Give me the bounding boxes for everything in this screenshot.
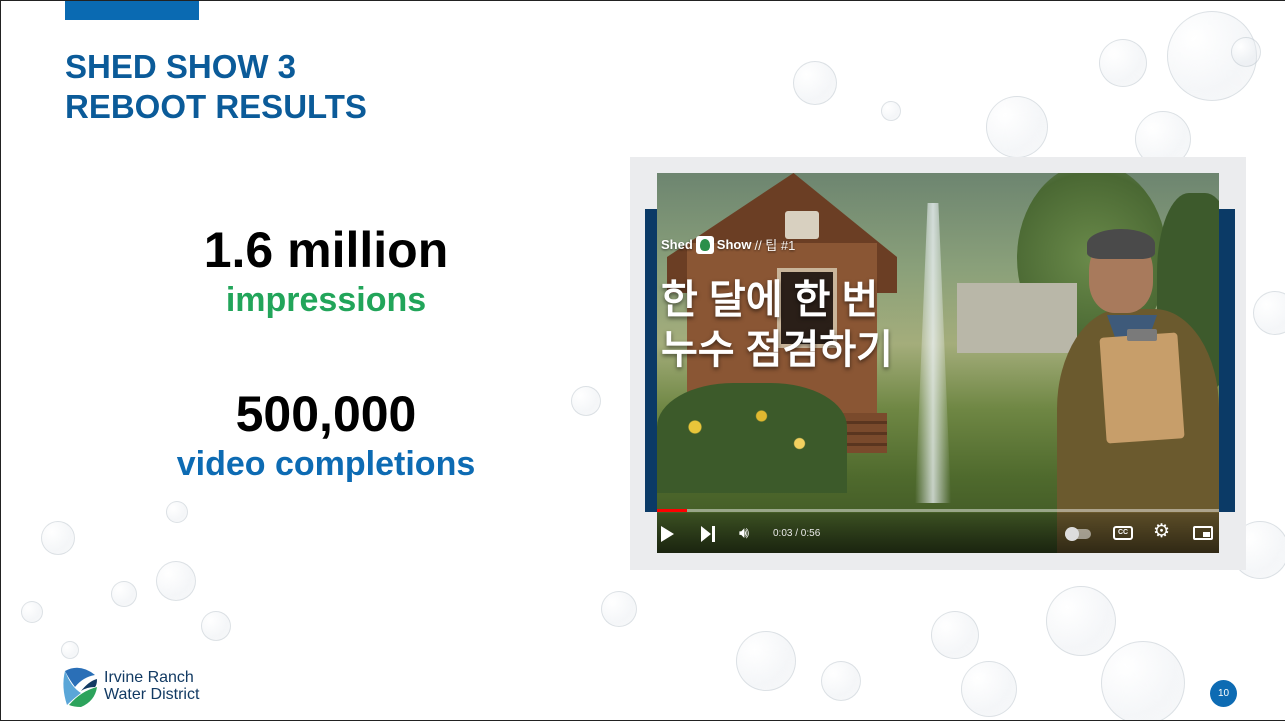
- logo-line-2: Water District: [104, 686, 200, 703]
- video-brand-overlay: Shed Show // 팁 #1: [661, 235, 795, 254]
- video-scene-presenter: [1057, 229, 1219, 553]
- bubble-decoration: [61, 641, 79, 659]
- bubble-decoration: [931, 611, 979, 659]
- cc-icon[interactable]: CC: [1113, 526, 1133, 540]
- irwd-logo-text: Irvine Ranch Water District: [104, 669, 199, 703]
- bubble-decoration: [41, 521, 75, 555]
- stat-value: 1.6 million: [203, 222, 449, 278]
- bubble-decoration: [156, 561, 196, 601]
- video-progress-bar[interactable]: [657, 509, 1219, 512]
- next-icon[interactable]: [701, 526, 717, 542]
- stat-impressions: 1.6 million impressions: [131, 221, 521, 321]
- brand-shed-text: Shed: [661, 237, 693, 252]
- bubble-decoration: [1046, 586, 1116, 656]
- bubble-decoration: [111, 581, 137, 607]
- bubble-decoration: [601, 591, 637, 627]
- video-caption-line-2: 누수 점검하기: [661, 328, 893, 372]
- stat-value: 500,000: [235, 386, 417, 442]
- presenter-hair: [1087, 229, 1155, 259]
- shed-show-logo-icon: [695, 235, 714, 254]
- bubble-decoration: [1253, 291, 1285, 335]
- bubble-decoration: [166, 501, 188, 523]
- stat-video-completions: 500,000 video completions: [131, 385, 521, 485]
- stat-label: video completions: [176, 445, 476, 483]
- bubble-decoration: [986, 96, 1048, 158]
- miniplayer-icon[interactable]: [1193, 526, 1213, 540]
- volume-icon[interactable]: 🔊︎: [739, 524, 749, 544]
- bubble-decoration: [1101, 641, 1185, 720]
- bubble-decoration: [571, 386, 601, 416]
- video-controls: 🔊︎ 0:03 / 0:56 CC ⚙: [657, 513, 1219, 553]
- video-time-display: 0:03 / 0:56: [773, 528, 821, 539]
- gear-icon[interactable]: ⚙: [1153, 522, 1170, 542]
- video-side-bar-left: [645, 209, 657, 512]
- bubble-decoration: [881, 101, 901, 121]
- slide: SHED SHOW 3 REBOOT RESULTS 1.6 million i…: [0, 0, 1285, 721]
- irwd-logo: Irvine Ranch Water District: [61, 665, 199, 707]
- bubble-decoration: [793, 61, 837, 105]
- slide-title: SHED SHOW 3 REBOOT RESULTS: [65, 47, 367, 127]
- title-line-1: SHED SHOW 3: [65, 48, 297, 85]
- bubble-decoration: [21, 601, 43, 623]
- video-player[interactable]: Shed Show // 팁 #1 한 달에 한 번 누수 점검하기: [657, 173, 1219, 553]
- bubble-decoration: [201, 611, 231, 641]
- video-scene-water-spray: [915, 203, 951, 503]
- title-accent-bar: [65, 1, 199, 20]
- title-line-2: REBOOT RESULTS: [65, 88, 367, 125]
- video-side-bar-right: [1219, 209, 1235, 512]
- bubble-decoration: [961, 661, 1017, 717]
- brand-tip-text: // 팁 #1: [754, 238, 796, 253]
- bubble-decoration: [736, 631, 796, 691]
- brand-show-text: Show: [716, 237, 752, 252]
- play-icon[interactable]: [661, 526, 674, 542]
- bubble-decoration: [1099, 39, 1147, 87]
- video-caption-line-1: 한 달에 한 번: [661, 278, 879, 322]
- video-progress-fill: [657, 509, 688, 512]
- bubble-decoration: [821, 661, 861, 701]
- page-number-badge: 10: [1210, 680, 1237, 707]
- clipboard-clip: [1127, 329, 1157, 341]
- autoplay-toggle[interactable]: [1065, 527, 1091, 541]
- irwd-logo-icon: [63, 667, 97, 707]
- presenter-clipboard: [1099, 332, 1185, 444]
- logo-line-1: Irvine Ranch: [104, 669, 194, 686]
- video-scene-flowers: [657, 383, 847, 493]
- stat-label: impressions: [225, 281, 427, 319]
- bubble-decoration: [1231, 37, 1261, 67]
